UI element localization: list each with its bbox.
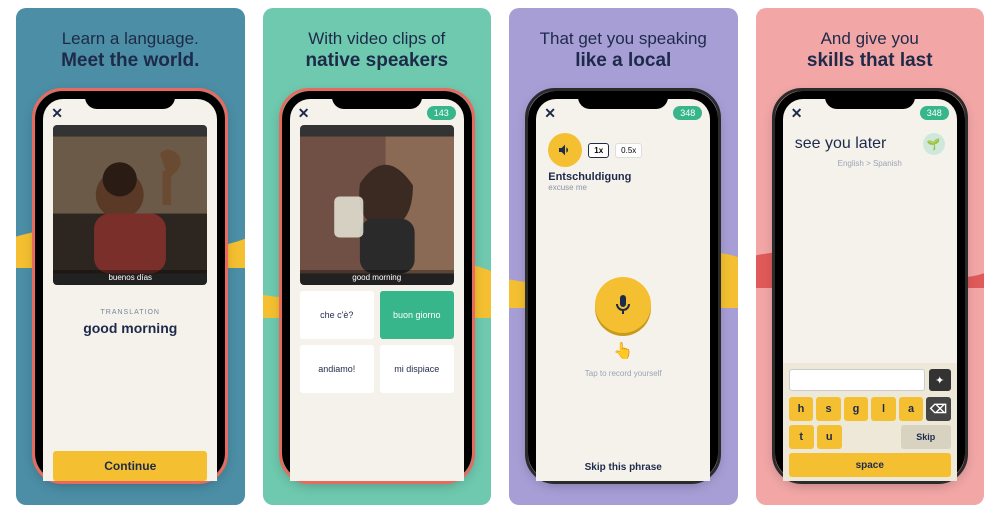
- key-space[interactable]: space: [789, 453, 951, 477]
- phone-mockup: ✕ 348 see you later 🌱 English > Spanish …: [775, 91, 965, 481]
- promo-panel-4: And give you skills that last ✕ 348 see …: [756, 8, 985, 505]
- answer-option[interactable]: mi dispiace: [380, 345, 454, 393]
- key-letter[interactable]: l: [871, 397, 896, 421]
- video-clip[interactable]: good morning: [300, 125, 454, 285]
- language-chip-icon[interactable]: 🌱: [923, 133, 945, 155]
- answer-option-selected[interactable]: buon giorno: [380, 291, 454, 339]
- record-hint: Tap to record yourself: [585, 369, 662, 378]
- answer-input[interactable]: [789, 369, 925, 391]
- key-skip[interactable]: Skip: [901, 425, 951, 449]
- phone-notch: [332, 91, 422, 109]
- headline-line1: That get you speaking: [540, 29, 707, 48]
- speaker-icon[interactable]: [548, 133, 582, 167]
- close-icon[interactable]: ✕: [544, 105, 556, 122]
- phone-mockup: ✕ buenos días TRANSLATION good morning C: [35, 91, 225, 481]
- video-clip[interactable]: buenos días: [53, 125, 207, 285]
- target-word-translation: excuse me: [548, 183, 698, 192]
- record-button[interactable]: [595, 277, 651, 333]
- headline-line1: Learn a language.: [62, 29, 199, 48]
- score-badge: 348: [920, 106, 949, 120]
- skip-phrase-link[interactable]: Skip this phrase: [536, 462, 710, 473]
- video-caption: buenos días: [53, 270, 207, 285]
- headline-line2: native speakers: [305, 49, 448, 73]
- target-word: Entschuldigung: [548, 171, 698, 183]
- translation-label: TRANSLATION: [43, 309, 217, 316]
- answer-option[interactable]: che c'è?: [300, 291, 374, 339]
- continue-button[interactable]: Continue: [53, 451, 207, 481]
- key-letter[interactable]: t: [789, 425, 814, 449]
- headline: And give you skills that last: [807, 28, 933, 73]
- speed-button-half[interactable]: 0.5x: [615, 143, 642, 158]
- answer-option[interactable]: andiamo!: [300, 345, 374, 393]
- speed-button-1x[interactable]: 1x: [588, 143, 609, 158]
- language-direction: English > Spanish: [783, 159, 957, 168]
- key-letter[interactable]: h: [789, 397, 814, 421]
- phone-notch: [825, 91, 915, 109]
- score-badge: 348: [673, 106, 702, 120]
- headline: With video clips of native speakers: [305, 28, 448, 73]
- close-icon[interactable]: ✕: [791, 105, 803, 122]
- phone-notch: [85, 91, 175, 109]
- translation-text: good morning: [43, 320, 217, 336]
- key-letter[interactable]: u: [817, 425, 842, 449]
- promo-panel-1: Learn a language. Meet the world. ✕: [16, 8, 245, 505]
- headline-line2: like a local: [540, 49, 707, 73]
- headline-line1: With video clips of: [308, 29, 445, 48]
- key-letter[interactable]: g: [844, 397, 869, 421]
- magic-wand-button[interactable]: ✦: [929, 369, 951, 391]
- headline-line2: skills that last: [807, 49, 933, 73]
- keyboard-area: ✦ h s g l a ⌫ t u Skip s: [783, 363, 957, 481]
- key-letter[interactable]: a: [899, 397, 924, 421]
- promo-panel-3: That get you speaking like a local ✕ 348…: [509, 8, 738, 505]
- pointing-hand-icon: 👆: [613, 341, 633, 361]
- close-icon[interactable]: ✕: [51, 105, 63, 122]
- promo-panel-2: With video clips of native speakers ✕ 14…: [263, 8, 492, 505]
- phone-mockup: ✕ 143 good morning che c'è? buon giorno …: [282, 91, 472, 481]
- headline: Learn a language. Meet the world.: [61, 28, 199, 73]
- headline-line1: And give you: [821, 29, 919, 48]
- phone-mockup: ✕ 348 1x 0.5x Entschuldigung excuse me 👆…: [528, 91, 718, 481]
- key-letter[interactable]: s: [816, 397, 841, 421]
- prompt-text: see you later: [795, 135, 887, 153]
- score-badge: 143: [427, 106, 456, 120]
- phone-notch: [578, 91, 668, 109]
- headline: That get you speaking like a local: [540, 28, 707, 73]
- key-backspace[interactable]: ⌫: [926, 397, 951, 421]
- close-icon[interactable]: ✕: [298, 105, 310, 122]
- headline-line2: Meet the world.: [61, 49, 199, 73]
- video-caption: good morning: [300, 270, 454, 285]
